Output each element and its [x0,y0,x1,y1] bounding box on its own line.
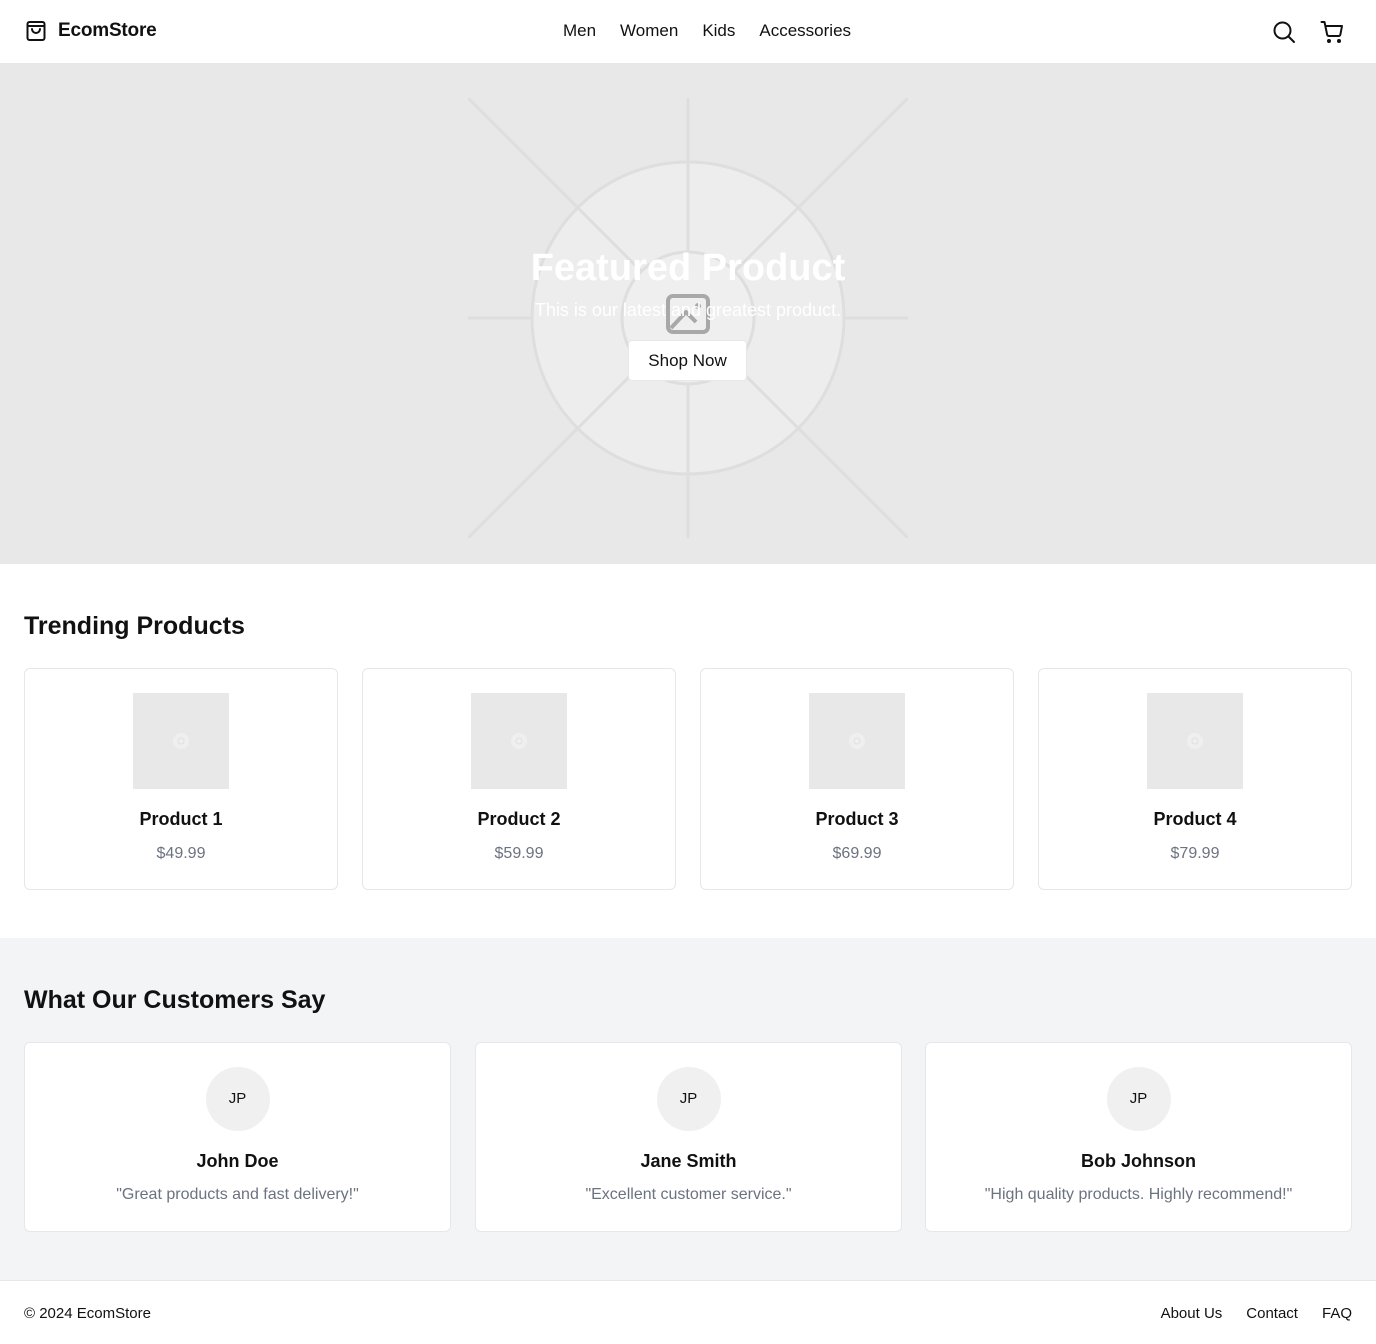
product-image [809,693,905,789]
product-name: Product 4 [1153,809,1237,829]
nav-link-men[interactable]: Men [563,21,596,41]
footer-link-contact[interactable]: Contact [1246,1305,1298,1322]
testimonial-quote: "Excellent customer service." [585,1186,792,1203]
site-header: EcomStore Men Women Kids Accessories [0,0,1376,64]
hero-banner: Featured Product This is our latest and … [0,64,1376,564]
product-image [471,693,567,789]
copyright-text: © 2024 EcomStore [24,1305,151,1322]
product-card[interactable]: Product 3 $69.99 [700,668,1014,890]
product-image [1147,693,1243,789]
testimonial-name: Bob Johnson [1081,1151,1196,1171]
hero-title: Featured Product [530,247,846,289]
product-card[interactable]: Product 4 $79.99 [1038,668,1352,890]
avatar: JP [656,1067,721,1131]
nav-link-kids[interactable]: Kids [702,21,735,41]
footer-link-about-us[interactable]: About Us [1161,1305,1223,1322]
product-name: Product 2 [477,809,561,829]
product-card[interactable]: Product 2 $59.99 [362,668,676,890]
product-price: $69.99 [832,845,882,862]
footer-links: About Us Contact FAQ [1161,1305,1352,1322]
product-card[interactable]: Product 1 $49.99 [24,668,338,890]
avatar: JP [1106,1067,1171,1131]
testimonial-quote: "Great products and fast delivery!" [116,1186,359,1203]
trending-section-title: Trending Products [24,612,245,640]
header-actions [1272,20,1344,44]
site-footer: © 2024 EcomStore About Us Contact FAQ [0,1280,1376,1344]
search-icon[interactable] [1272,20,1296,44]
product-name: Product 3 [815,809,899,829]
product-price: $79.99 [1170,845,1220,862]
product-price: $59.99 [494,845,544,862]
shop-now-button[interactable]: Shop Now [628,340,747,381]
testimonial-name: John Doe [196,1151,279,1171]
avatar: JP [205,1067,270,1131]
product-name: Product 1 [139,809,223,829]
hero-subtitle: This is our latest and greatest product. [534,300,842,320]
footer-link-faq[interactable]: FAQ [1322,1305,1352,1322]
product-price: $49.99 [156,845,206,862]
testimonial-card: JP Bob Johnson "High quality products. H… [925,1042,1352,1232]
nav-link-women[interactable]: Women [620,21,678,41]
product-image [133,693,229,789]
testimonial-name: Jane Smith [640,1151,737,1171]
cart-icon[interactable] [1320,20,1344,44]
testimonial-card: JP John Doe "Great products and fast del… [24,1042,451,1232]
testimonial-quote: "High quality products. Highly recommend… [984,1186,1293,1203]
main-nav: Men Women Kids Accessories [0,21,1376,41]
nav-link-accessories[interactable]: Accessories [759,21,851,41]
testimonials-section-title: What Our Customers Say [24,986,326,1014]
testimonial-card: JP Jane Smith "Excellent customer servic… [475,1042,902,1232]
